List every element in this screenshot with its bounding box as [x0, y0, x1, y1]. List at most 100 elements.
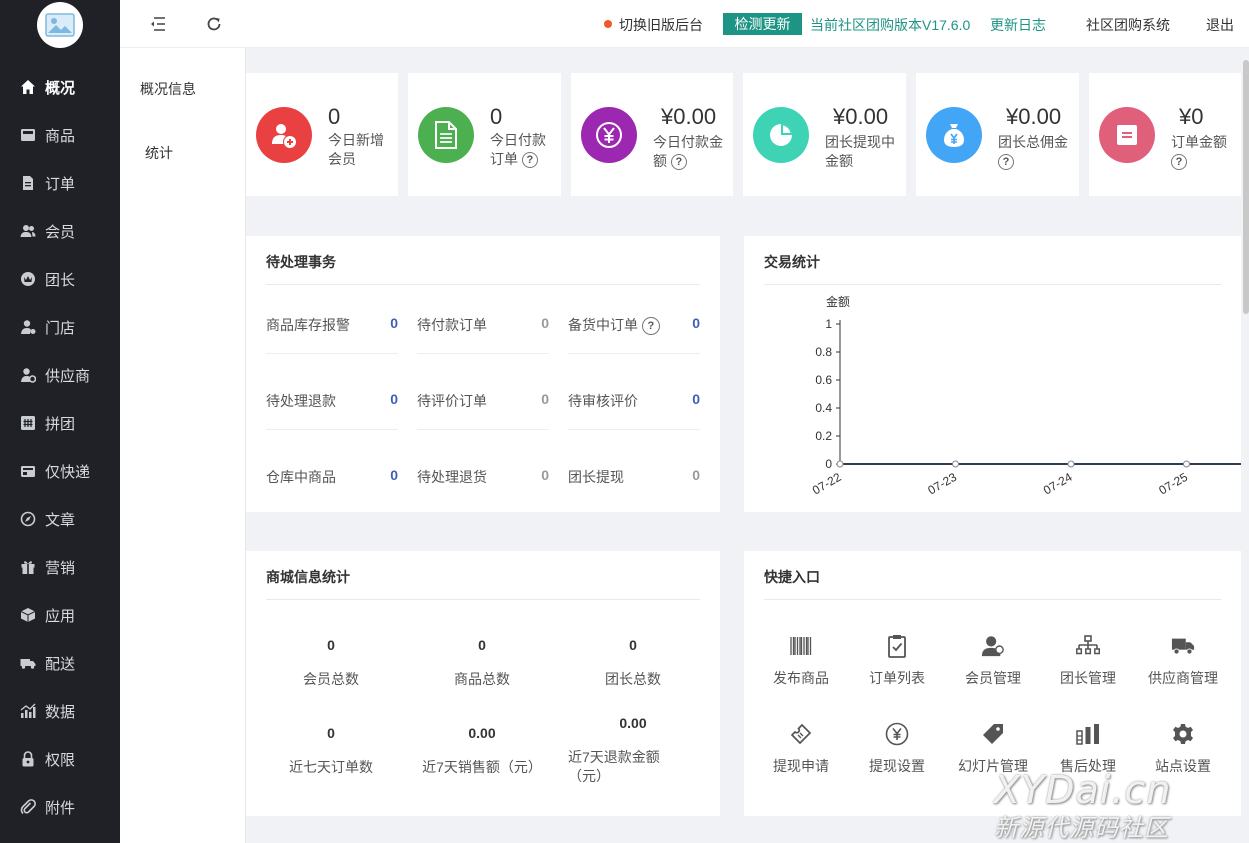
x-tick-label: 07-23 [925, 470, 959, 498]
help-icon[interactable]: ? [1171, 154, 1187, 171]
pending-label: 待评价订单 [417, 393, 487, 409]
subnav-item-statistics[interactable]: 统计 [145, 143, 173, 163]
quick-label: 提现申请 [773, 758, 829, 774]
pending-item-review-audit[interactable]: 待审核评价 0 [568, 391, 700, 467]
quick-member-manage[interactable]: 会员管理 [945, 634, 1041, 688]
sidebar-item-attachment[interactable]: 附件 [0, 789, 120, 825]
sidebar-item-store[interactable]: 门店 [0, 309, 120, 345]
sidebar-item-label: 概况 [45, 79, 76, 97]
sidebar-item-supplier[interactable]: 供应商 [0, 357, 120, 393]
sidebar-item-apps[interactable]: 应用 [0, 597, 120, 633]
pending-item-refunds[interactable]: 待处理退款 0 [266, 391, 398, 467]
stat-card-leader-withdrawing: ¥0.00 团长提现中 金额 [743, 73, 906, 196]
mall-stat-value: 0.00 [619, 715, 647, 731]
help-icon[interactable]: ? [641, 317, 660, 336]
page-scrollbar[interactable] [1243, 60, 1249, 314]
switch-old-backend-link[interactable]: 切换旧版后台 [619, 15, 703, 35]
y-tick-label: 0.8 [815, 345, 832, 359]
check-update-button[interactable]: 检测更新 [723, 13, 802, 35]
pending-label: 待付款订单 [417, 317, 487, 333]
pending-item-returns[interactable]: 待处理退货 0 [417, 467, 549, 491]
help-icon[interactable]: ? [998, 154, 1014, 171]
quick-slideshow-manage[interactable]: 幻灯片管理 [945, 722, 1041, 776]
yen-coin-icon [581, 107, 637, 163]
sidebar-item-article[interactable]: 文章 [0, 501, 120, 537]
bar-chart-icon [20, 703, 36, 719]
sidebar-item-leader[interactable]: 团长 [0, 261, 120, 297]
pending-value: 0 [541, 391, 549, 407]
quick-site-settings[interactable]: 站点设置 [1135, 722, 1231, 776]
subnav-item-overview-info[interactable]: 概况信息 [140, 79, 196, 99]
pending-item-stock-alert[interactable]: 商品库存报警 0 [266, 315, 398, 391]
sidebar-item-label: 门店 [45, 319, 76, 337]
sidebar: 概况 商品 订单 会员 团长 门店 供应商 拼团 仅快递 文章 营销 应用 配送… [0, 0, 120, 843]
sidebar-item-overview[interactable]: 概况 [0, 69, 120, 105]
quick-label: 幻灯片管理 [958, 758, 1028, 774]
sidebar-item-goods[interactable]: 商品 [0, 117, 120, 153]
help-icon[interactable]: ? [521, 152, 538, 169]
trade-line-chart: 金额 1 0.8 0.6 0.4 0.2 007-22 07-23 07-24 07-25 [810, 294, 1241, 498]
sidebar-item-label: 团长 [45, 271, 76, 289]
stat-value: ¥0.00 [833, 104, 889, 129]
changelog-link[interactable]: 更新日志 [990, 15, 1046, 35]
quick-withdraw-settings[interactable]: 提现设置 [849, 722, 945, 776]
sidebar-item-group-buy[interactable]: 拼团 [0, 405, 120, 441]
member-manage-icon [981, 634, 1005, 658]
refresh-button[interactable] [204, 14, 224, 34]
sidebar-item-label: 营销 [45, 559, 76, 577]
pending-item-unreviewed-orders[interactable]: 待评价订单 0 [417, 391, 549, 467]
pending-item-preparing-orders[interactable]: 备货中订单 ? 0 [568, 315, 700, 391]
document-icon [418, 107, 474, 163]
pending-label: 商品库存报警 [266, 317, 350, 333]
refresh-icon [207, 17, 221, 31]
y-tick-label: 0.2 [815, 429, 832, 443]
pending-value: 0 [390, 315, 398, 331]
supplier-icon [20, 367, 36, 383]
system-name[interactable]: 社区团购系统 [1086, 15, 1170, 35]
sidebar-item-label: 配送 [45, 655, 76, 673]
ticket-icon [789, 722, 813, 746]
divider [417, 429, 549, 430]
stat-card-order-amount: ¥0 订单金额? [1089, 73, 1241, 196]
sidebar-item-permission[interactable]: 权限 [0, 741, 120, 777]
sidebar-item-data[interactable]: 数据 [0, 693, 120, 729]
truck-icon [20, 655, 36, 671]
quick-after-sales[interactable]: 售后处理 [1040, 722, 1136, 776]
quick-publish-goods[interactable]: 发布商品 [753, 634, 849, 688]
sidebar-item-delivery[interactable]: 配送 [0, 645, 120, 681]
sidebar-item-label: 仅快递 [45, 463, 91, 481]
divider [568, 429, 700, 430]
quick-order-list[interactable]: 订单列表 [849, 634, 945, 688]
y-axis-title: 金额 [826, 294, 850, 309]
logo[interactable] [37, 2, 83, 48]
sidebar-item-members[interactable]: 会员 [0, 213, 120, 249]
pending-label: 待处理退货 [417, 469, 487, 485]
pending-item-unpaid-orders[interactable]: 待付款订单 0 [417, 315, 549, 391]
mall-stats-panel: 商城信息统计 0 会员总数 0 商品总数 0 团长总数 0 近七天订单数 0.0… [246, 551, 720, 816]
home-icon [20, 79, 36, 95]
quick-leader-manage[interactable]: 团长管理 [1040, 634, 1136, 688]
receipt-icon [1099, 107, 1155, 163]
pending-value: 0 [541, 315, 549, 331]
sidebar-item-express[interactable]: 仅快递 [0, 453, 120, 489]
quick-entry-panel: 快捷入口 发布商品 订单列表 会员管理 团长管理 供应商管理 提现申请 提现设置… [744, 551, 1241, 816]
mall-stat-value: 0 [327, 725, 335, 741]
quick-supplier-manage[interactable]: 供应商管理 [1135, 634, 1231, 688]
bars-icon [1076, 722, 1100, 746]
stat-card-leader-commission: ¥0.00 团长总佣金? [916, 73, 1079, 196]
sidebar-item-marketing[interactable]: 营销 [0, 549, 120, 585]
goods-icon [20, 127, 36, 143]
sidebar-item-label: 会员 [45, 223, 76, 241]
add-user-icon [256, 107, 312, 163]
quick-withdraw-apply[interactable]: 提现申请 [753, 722, 849, 776]
help-icon[interactable]: ? [670, 154, 687, 171]
pending-item-leader-withdraw[interactable]: 团长提现 0 [568, 467, 700, 491]
pie-chart-icon [753, 107, 809, 163]
quick-label: 供应商管理 [1148, 670, 1218, 686]
collapse-menu-button[interactable] [148, 14, 168, 34]
pending-item-warehouse-goods[interactable]: 仓库中商品 0 [266, 467, 398, 491]
sidebar-item-orders[interactable]: 订单 [0, 165, 120, 201]
top-header: 切换旧版后台 检测更新 当前社区团购版本V17.6.0 更新日志 社区团购系统 … [120, 0, 1249, 48]
logout-link[interactable]: 退出 [1206, 15, 1234, 35]
sidebar-item-label: 数据 [45, 703, 76, 721]
